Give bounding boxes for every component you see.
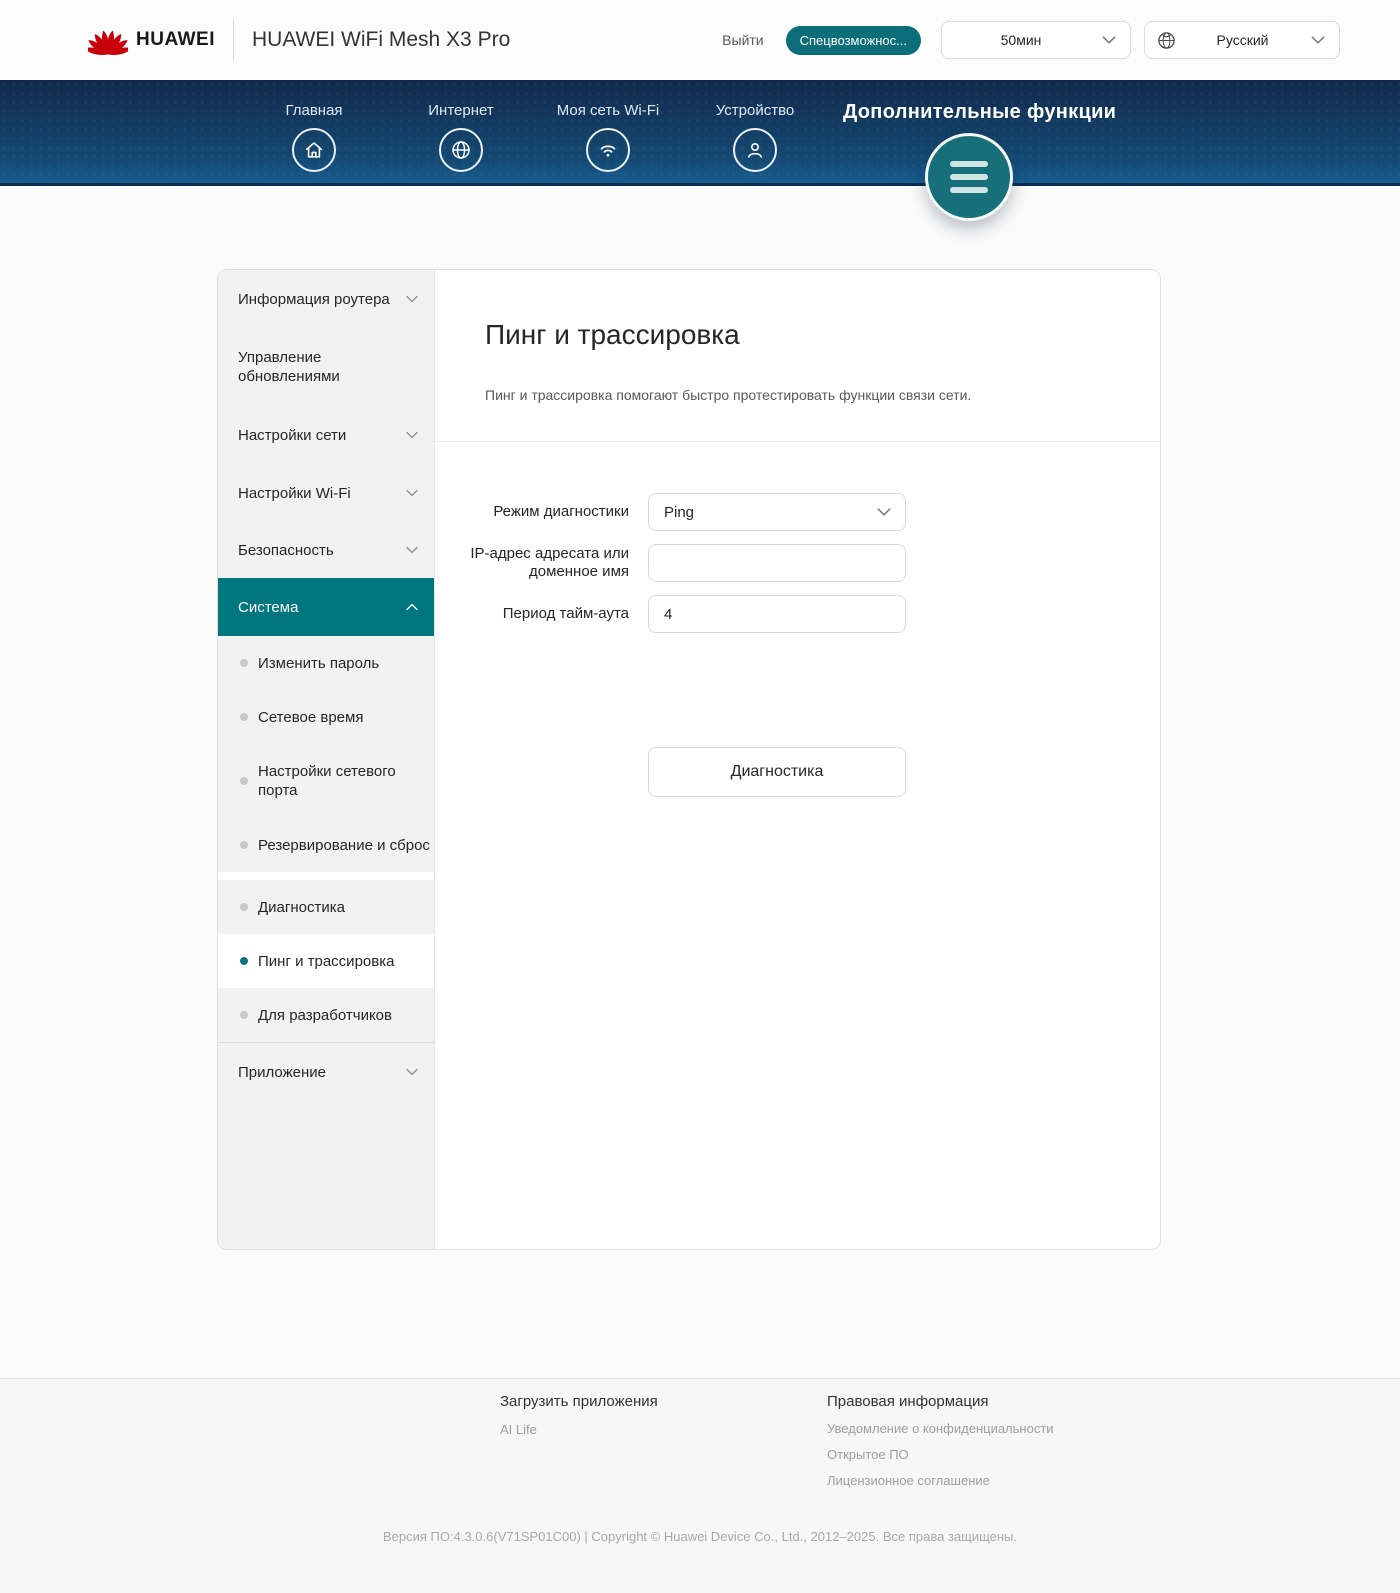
sidebar-item-router-info[interactable]: Информация роутера — [218, 270, 434, 328]
nav-item-device[interactable]: Устройство — [691, 102, 819, 172]
footer-link-privacy[interactable]: Уведомление о конфиденциальности — [827, 1421, 1054, 1436]
form-row-timeout: Период тайм-аута — [435, 595, 1160, 633]
chevron-down-icon — [404, 1064, 420, 1080]
form-row-ip: IP-адрес адресата или доменное имя — [435, 544, 1160, 582]
sidebar-item-security[interactable]: Безопасность — [218, 522, 434, 578]
home-icon — [292, 128, 336, 172]
wifi-icon — [586, 128, 630, 172]
sidebar-item-network-settings[interactable]: Настройки сети — [218, 406, 434, 464]
language-dropdown[interactable]: Русский — [1144, 21, 1340, 59]
bullet-dot-icon — [240, 957, 248, 965]
diagnose-button[interactable]: Диагностика — [648, 747, 906, 797]
content-divider — [435, 441, 1160, 442]
sidebar-item-system[interactable]: Система — [218, 578, 434, 636]
globe-icon — [439, 128, 483, 172]
bullet-dot-icon — [240, 1011, 248, 1019]
sidebar-filler — [218, 1101, 434, 1249]
top-header: HUAWEI HUAWEI WiFi Mesh X3 Pro Выйти Спе… — [0, 0, 1400, 80]
bullet-dot-icon — [240, 713, 248, 721]
bullet-dot-icon — [240, 841, 248, 849]
chevron-down-icon — [404, 291, 420, 307]
footer-version-text: Версия ПО:4.3.0.6(V71SP01C00) | Copyrigh… — [383, 1529, 1017, 1544]
brand-divider — [233, 20, 234, 60]
ip-address-input[interactable] — [648, 544, 906, 582]
nav-more-title: Дополнительные функции — [843, 101, 1117, 123]
timeout-label: Период тайм-аута — [502, 605, 629, 622]
sidebar-gap — [218, 872, 434, 880]
sidebar-item-update-management[interactable]: Управление обновлениями — [218, 328, 434, 406]
chevron-down-icon — [404, 485, 420, 501]
globe-icon — [1157, 31, 1176, 50]
sidebar-item-wifi-settings[interactable]: Настройки Wi-Fi — [218, 464, 434, 522]
sidebar-item-backup-reset[interactable]: Резервирование и сброс — [218, 818, 434, 872]
footer-link-open-source[interactable]: Открытое ПО — [827, 1447, 1054, 1462]
sidebar-item-diagnostics[interactable]: Диагностика — [218, 880, 434, 934]
page-description: Пинг и трассировка помогают быстро проте… — [485, 387, 972, 403]
main-navigation: Главная Интернет Моя сеть Wi-Fi Устройст… — [0, 80, 1400, 221]
footer-apps-heading: Загрузить приложения — [500, 1393, 658, 1410]
sidebar-item-developers[interactable]: Для разработчиков — [218, 988, 434, 1042]
sidebar: Информация роутера Управление обновления… — [218, 270, 435, 1249]
page-title: Пинг и трассировка — [485, 319, 740, 350]
language-value: Русский — [1216, 32, 1269, 48]
sidebar-item-application[interactable]: Приложение — [218, 1043, 434, 1101]
timeout-input[interactable] — [648, 595, 906, 633]
bullet-dot-icon — [240, 777, 248, 785]
chevron-down-icon — [404, 427, 420, 443]
sidebar-item-network-time[interactable]: Сетевое время — [218, 690, 434, 744]
footer-link-ai-life[interactable]: AI Life — [500, 1422, 658, 1437]
ping-form: Режим диагностики Ping IP-адрес адресата… — [435, 493, 1160, 797]
logout-link[interactable]: Выйти — [722, 32, 763, 48]
chevron-down-icon — [404, 542, 420, 558]
diagnostic-mode-label: Режим диагностики — [493, 503, 629, 520]
diagnostic-mode-select[interactable]: Ping — [648, 493, 906, 531]
footer-legal-column: Правовая информация Уведомление о конфид… — [827, 1393, 1054, 1488]
huawei-logo-icon — [88, 23, 128, 57]
product-title: HUAWEI WiFi Mesh X3 Pro — [252, 28, 511, 51]
hamburger-menu-button[interactable] — [925, 133, 1013, 221]
session-timeout-value: 50мин — [1000, 32, 1042, 48]
chevron-down-icon — [1100, 31, 1118, 49]
person-icon — [733, 128, 777, 172]
session-timeout-dropdown[interactable]: 50мин — [941, 21, 1131, 59]
sidebar-item-change-password[interactable]: Изменить пароль — [218, 636, 434, 690]
brand-name: HUAWEI — [136, 29, 215, 50]
content-area: Пинг и трассировка Пинг и трассировка по… — [435, 270, 1160, 1249]
bullet-dot-icon — [240, 659, 248, 667]
brand-block: HUAWEI HUAWEI WiFi Mesh X3 Pro — [88, 20, 510, 60]
footer-link-license[interactable]: Лицензионное соглашение — [827, 1473, 1054, 1488]
page-footer: Загрузить приложения AI Life Правовая ин… — [0, 1378, 1400, 1593]
ip-address-label: IP-адрес адресата или доменное имя — [470, 545, 629, 580]
sidebar-item-port-settings[interactable]: Настройки сетевого порта — [218, 744, 434, 818]
accessibility-button[interactable]: Спецвозможнос... — [785, 25, 921, 55]
nav-items: Главная Интернет Моя сеть Wi-Fi Устройст… — [250, 102, 838, 172]
header-actions: Выйти Спецвозможнос... 50мин Русский — [722, 21, 1340, 59]
sidebar-item-ping-trace[interactable]: Пинг и трассировка — [218, 934, 434, 988]
chevron-up-icon — [404, 599, 420, 615]
form-row-mode: Режим диагностики Ping — [435, 493, 1160, 531]
hamburger-menu-icon — [950, 158, 988, 197]
bullet-dot-icon — [240, 903, 248, 911]
nav-item-internet[interactable]: Интернет — [397, 102, 525, 172]
diagnostic-mode-value: Ping — [664, 503, 695, 521]
nav-item-home[interactable]: Главная — [250, 102, 378, 172]
chevron-down-icon — [875, 503, 893, 521]
footer-apps-column: Загрузить приложения AI Life — [500, 1393, 658, 1437]
main-panel: Информация роутера Управление обновления… — [217, 269, 1161, 1250]
footer-legal-heading: Правовая информация — [827, 1393, 989, 1410]
chevron-down-icon — [1309, 31, 1327, 49]
nav-item-wifi[interactable]: Моя сеть Wi-Fi — [544, 102, 672, 172]
